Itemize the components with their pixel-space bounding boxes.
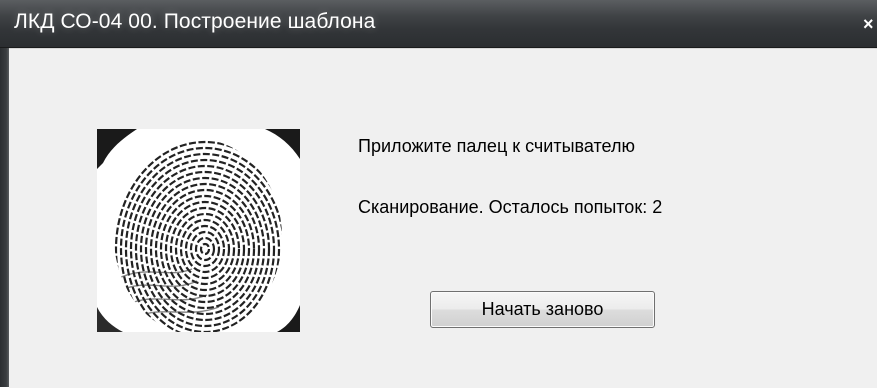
fingerprint-icon [97, 129, 300, 332]
dialog-window: ЛКД СО-04 00. Построение шаблона × Прило… [0, 0, 877, 388]
close-icon[interactable]: × [863, 14, 877, 34]
window-frame-left [0, 48, 9, 387]
instruction-label: Приложите палец к считывателю [358, 136, 635, 156]
restart-button[interactable]: Начать заново [430, 291, 655, 328]
dialog-client-area: Приложите палец к считывателю Сканирован… [9, 48, 877, 388]
scan-status-label: Сканирование. Осталось попыток: 2 [358, 197, 663, 217]
fingerprint-image [97, 129, 300, 332]
window-title: ЛКД СО-04 00. Построение шаблона [14, 10, 376, 33]
title-bar[interactable]: ЛКД СО-04 00. Построение шаблона × [0, 0, 877, 48]
